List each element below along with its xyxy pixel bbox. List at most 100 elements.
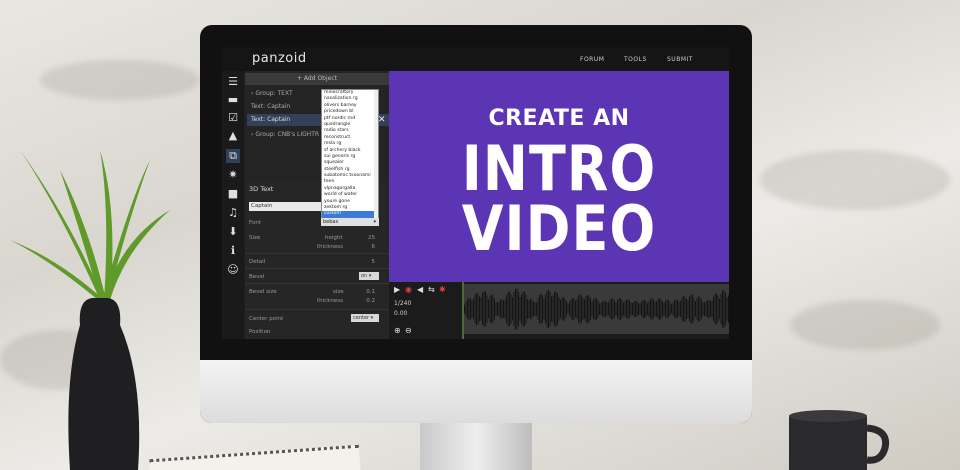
tree-item-label: Group: CNB's LIGHTR — [255, 131, 320, 138]
waveform-bar — [482, 293, 483, 325]
waveform-bar — [560, 299, 561, 319]
cube-icon[interactable]: ⧉ — [226, 149, 240, 163]
waveform-bar — [648, 301, 650, 317]
height-label: height — [325, 235, 343, 241]
camera-icon[interactable]: ■ — [226, 187, 240, 201]
waveform-bar — [587, 294, 588, 324]
marble-vein — [40, 60, 200, 100]
waveform-bar — [660, 298, 662, 320]
center-point-select-value: center — [353, 315, 370, 321]
waveform-bar — [564, 298, 566, 320]
waveform-bar — [681, 297, 683, 321]
waveform-bar — [614, 300, 615, 318]
detail-label: Detail — [249, 259, 266, 265]
loop-icon[interactable]: ⇆ — [428, 285, 435, 294]
waveform-bar — [504, 299, 506, 319]
image-icon[interactable]: ▲ — [226, 129, 240, 143]
bevel-select-value: on — [361, 273, 368, 279]
tree-item[interactable]: › Group: CNB's LIGHTR — [251, 131, 319, 138]
waveform-bar — [722, 290, 723, 328]
center-point-select[interactable]: center ▾ — [351, 314, 379, 322]
checkbox-icon[interactable]: ☑ — [226, 111, 240, 125]
waveform-bar — [629, 300, 630, 318]
waveform-bar — [546, 290, 548, 328]
waveform-bar — [615, 302, 617, 316]
menu-icon[interactable]: ☰ — [226, 75, 240, 89]
waveform-bar — [525, 294, 527, 324]
preview-canvas[interactable]: CREATE AN INTRO VIDEO — [389, 71, 729, 282]
thickness-value[interactable]: 6 — [355, 244, 376, 250]
waveform-bar — [633, 301, 635, 317]
info-icon[interactable]: ℹ — [226, 244, 240, 258]
waveform-bar — [710, 300, 711, 318]
detail-value[interactable]: 5 — [355, 259, 376, 265]
marker-icon[interactable]: ✱ — [439, 285, 446, 294]
waveform-bar — [545, 294, 546, 324]
font-dropdown-list[interactable]: minecraftory nasalization rg olivers barne… — [321, 89, 379, 223]
waveform-bar — [531, 299, 533, 319]
waveform-bar — [680, 300, 681, 318]
waveform-bar — [554, 292, 555, 326]
waveform-bar — [548, 289, 549, 329]
waveform-bar — [555, 291, 557, 327]
nav-tools[interactable]: TOOLS — [624, 56, 647, 63]
waveform-bar — [485, 291, 486, 327]
waveform-bar — [473, 298, 474, 320]
bevel-select[interactable]: on ▾ — [359, 272, 379, 280]
waveform-bar — [630, 302, 632, 316]
waveform-bar — [540, 293, 542, 325]
waveform-bar — [599, 303, 600, 315]
waveform-bar — [519, 296, 521, 322]
add-object-button[interactable]: + Add Object — [245, 73, 389, 85]
record-icon[interactable]: ◉ — [405, 285, 412, 294]
waveform-bar — [644, 299, 645, 319]
music-icon[interactable]: ♫ — [226, 206, 240, 220]
bevel-size-value[interactable]: 0.1 — [355, 289, 375, 295]
tree-item[interactable]: › Group: TEXT — [251, 90, 293, 97]
font-list-scrollbar[interactable] — [374, 90, 378, 222]
waveform-bar — [467, 299, 468, 319]
waveform-bar — [558, 297, 560, 321]
zoom-out-icon[interactable]: ⊖ — [405, 326, 412, 335]
waveform-bar — [725, 292, 726, 326]
waveform-bar — [647, 303, 648, 315]
audio-waveform[interactable] — [464, 284, 729, 334]
volume-icon[interactable]: ◀ — [417, 285, 423, 294]
font-select[interactable]: bebas ▾ — [321, 218, 379, 226]
waveform-bar — [551, 296, 552, 322]
waveform-bar — [596, 298, 597, 320]
waveform-bar — [692, 294, 693, 324]
bevel-thickness-value[interactable]: 0.2 — [355, 298, 375, 304]
waveform-bar — [573, 298, 575, 320]
waveform-bar — [698, 296, 699, 322]
waveform-bar — [707, 300, 708, 318]
tree-item[interactable]: Text: Captain — [251, 103, 290, 110]
waveform-bar — [711, 300, 713, 318]
waveform-bar — [723, 290, 725, 328]
bevel-label: Bevel — [249, 274, 265, 280]
waveform-bar — [626, 299, 627, 319]
sparkle-icon[interactable]: ✷ — [226, 168, 240, 182]
play-icon[interactable]: ▶ — [394, 285, 400, 294]
tool-rail: ☰ ▬ ☑ ▲ ⧉ ✷ ■ ♫ ⬇ ℹ ☺ — [222, 71, 244, 339]
tree-item-label: Group: TEXT — [255, 90, 293, 97]
waveform-bar — [618, 298, 620, 320]
download-icon[interactable]: ⬇ — [226, 225, 240, 239]
waveform-bar — [686, 298, 687, 320]
app-logo[interactable]: panzoid — [252, 51, 307, 66]
nav-forum[interactable]: FORUM — [580, 56, 604, 63]
waveform-bar — [567, 304, 569, 314]
nav-submit[interactable]: SUBMIT — [667, 56, 693, 63]
font-option[interactable]: custom — [322, 211, 378, 218]
waveform-bar — [600, 302, 602, 316]
zoom-in-icon[interactable]: ⊕ — [394, 326, 401, 335]
height-value[interactable]: 25 — [355, 235, 375, 241]
waveform-bar — [653, 299, 654, 319]
close-icon[interactable]: ✕ — [378, 115, 386, 125]
folder-icon[interactable]: ▬ — [226, 93, 240, 107]
waveform-bar — [590, 298, 591, 320]
smiley-icon[interactable]: ☺ — [226, 263, 240, 277]
waveform-bar — [623, 302, 624, 316]
waveform-bar — [518, 291, 519, 327]
waveform-bar — [500, 299, 501, 319]
